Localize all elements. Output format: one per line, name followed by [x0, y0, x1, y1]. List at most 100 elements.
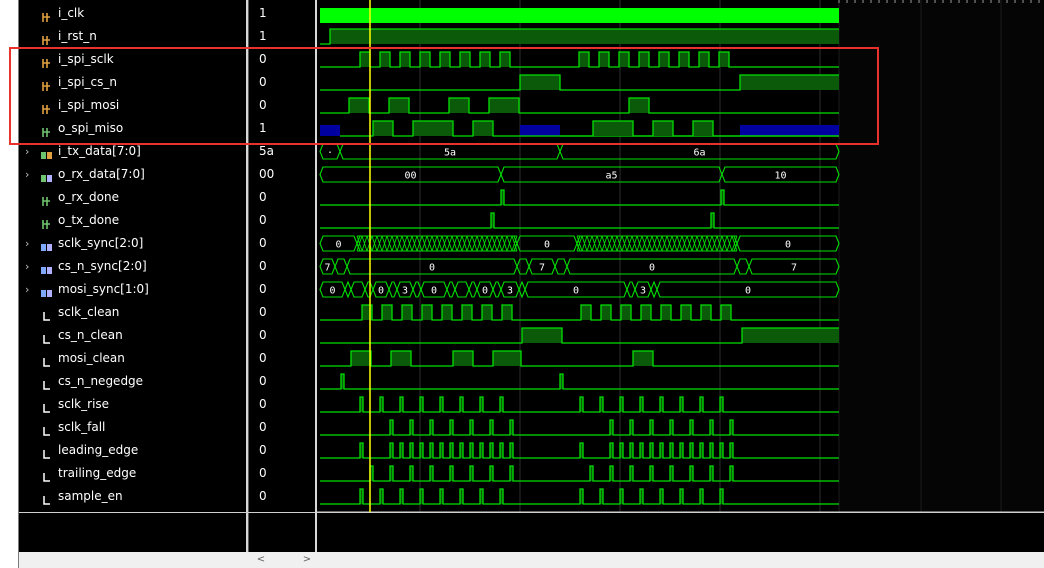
wave-sclk_sync-dense — [356, 235, 518, 252]
wave-mosi_sync-label: 3 — [507, 286, 513, 297]
signal-value-sclk_sync: 0 — [259, 236, 267, 250]
scroll-left-icon[interactable]: < — [255, 554, 267, 566]
signal-row-i_spi_sclk[interactable]: i_spi_sclk — [19, 48, 246, 71]
wave-mosi_sync-segment — [492, 281, 502, 298]
waveform-canvas[interactable]: · 5a 6a00 a5 100 0 07 0 7 0 70 0 3 0 0 3 0 3 0 — [317, 0, 1044, 552]
wave-sclk_clean-high — [701, 305, 711, 320]
signal-name-label: i_rst_n — [58, 29, 97, 43]
input-port-icon — [41, 77, 52, 91]
signal-row-trailing_edge[interactable]: trailing_edge — [19, 462, 246, 485]
expand-chevron-icon[interactable]: › — [25, 278, 35, 301]
signal-row-sclk_sync[interactable]: › sclk_sync[2:0] — [19, 232, 246, 255]
horizontal-scrollbar[interactable]: < > — [19, 552, 1044, 568]
waveform-pane[interactable]: · 5a 6a 00 a5 10 0 0 0 7 0 7 0 7 0 0 3 0 0 3 0 3 0 — [317, 0, 1044, 552]
expand-chevron-icon[interactable]: › — [25, 232, 35, 255]
signal-row-o_rx_done[interactable]: o_rx_done — [19, 186, 246, 209]
wave-o_spi_miso-highz — [740, 125, 839, 136]
bus-icon — [41, 238, 52, 251]
wave-mosi_clean-high — [391, 351, 411, 366]
wave-mosi_sync-segment — [364, 281, 374, 298]
output-port-icon — [41, 192, 52, 206]
signal-name-label: sclk_sync[2:0] — [58, 236, 144, 250]
wave-mosi_sync-label: 0 — [329, 286, 335, 297]
wave-sclk_sync-label: 0 — [785, 240, 791, 251]
signal-value-sclk_fall: 0 — [259, 420, 267, 434]
signal-name-label: o_rx_done — [58, 190, 120, 204]
signal-row-i_spi_mosi[interactable]: i_spi_mosi — [19, 94, 246, 117]
wave-cs_n_sync-label: 7 — [324, 263, 330, 274]
wave-sclk_sync-label: 0 — [544, 240, 550, 251]
output-port-icon — [41, 215, 52, 229]
wave-cs_n_sync-label: 7 — [539, 263, 545, 274]
signal-name-label: sample_en — [58, 489, 123, 503]
input-port-icon — [41, 31, 52, 45]
wave-o_rx_done — [320, 189, 839, 206]
signal-name-label: trailing_edge — [58, 466, 137, 480]
wave-cs_n_sync-label: 7 — [791, 263, 797, 274]
scroll-right-icon[interactable]: > — [301, 554, 313, 566]
wave-i_spi_sclk-high — [599, 52, 609, 67]
signal-row-o_tx_done[interactable]: o_tx_done — [19, 209, 246, 232]
wave-mosi_sync-label: 3 — [640, 286, 646, 297]
signal-row-sclk_fall[interactable]: sclk_fall — [19, 416, 246, 439]
signal-value-o_spi_miso: 1 — [259, 121, 267, 135]
signal-row-cs_n_clean[interactable]: cs_n_clean — [19, 324, 246, 347]
signal-row-mosi_sync[interactable]: › mosi_sync[1:0] — [19, 278, 246, 301]
expand-chevron-icon[interactable]: › — [25, 140, 35, 163]
wave-mosi_sync-label: 0 — [482, 286, 488, 297]
output-port-icon — [41, 123, 52, 137]
wave-o_rx_data-label: 00 — [404, 171, 416, 182]
expand-chevron-icon[interactable]: › — [25, 255, 35, 278]
signal-row-i_spi_cs_n[interactable]: i_spi_cs_n — [19, 71, 246, 94]
signal-row-leading_edge[interactable]: leading_edge — [19, 439, 246, 462]
wave-i_spi_sclk-high — [400, 52, 410, 67]
wave-i_spi_sclk-high — [360, 52, 370, 67]
signal-value-i_clk: 1 — [259, 6, 267, 20]
signal-row-cs_n_negedge[interactable]: cs_n_negedge — [19, 370, 246, 393]
wave-i_tx_data-label: · — [327, 148, 333, 159]
wave-i_spi_cs_n-high — [740, 75, 839, 90]
signal-row-sclk_clean[interactable]: sclk_clean — [19, 301, 246, 324]
signal-row-i_clk[interactable]: i_clk — [19, 2, 246, 25]
wave-mosi_sync-label: 0 — [745, 286, 751, 297]
wave-cs_n_sync-segment — [516, 258, 530, 275]
signal-row-o_spi_miso[interactable]: o_spi_miso — [19, 117, 246, 140]
signal-value-sclk_clean: 0 — [259, 305, 267, 319]
internal-signal-icon — [41, 491, 52, 505]
wave-mosi_sync-label: 0 — [573, 286, 579, 297]
wave-cs_n_sync-label: 0 — [429, 263, 435, 274]
wave-i_spi_cs_n-high — [520, 75, 560, 90]
wave-i_spi_sclk-high — [619, 52, 629, 67]
wave-i_spi_mosi-high — [629, 98, 649, 113]
wave-o_spi_miso-high — [473, 121, 493, 136]
signal-value-i_spi_sclk: 0 — [259, 52, 267, 66]
signal-row-sclk_rise[interactable]: sclk_rise — [19, 393, 246, 416]
wave-i_spi_sclk-high — [380, 52, 390, 67]
wave-i_clk — [320, 8, 839, 23]
wave-sclk_clean-high — [502, 305, 512, 320]
signal-row-i_rst_n[interactable]: i_rst_n — [19, 25, 246, 48]
wave-sclk_clean-high — [641, 305, 651, 320]
signal-value-o_rx_done: 0 — [259, 190, 267, 204]
wave-i_spi_sclk-high — [480, 52, 490, 67]
signal-row-cs_n_sync[interactable]: › cs_n_sync[2:0] — [19, 255, 246, 278]
wave-o_spi_miso-2-high — [693, 121, 713, 136]
wave-sclk_clean-high — [482, 305, 492, 320]
wave-i_spi_sclk-high — [659, 52, 669, 67]
signal-value-i_tx_data: 5a — [259, 144, 274, 158]
signal-row-o_rx_data[interactable]: › o_rx_data[7:0] — [19, 163, 246, 186]
wave-leading_edge — [320, 442, 839, 459]
signal-row-sample_en[interactable]: sample_en — [19, 485, 246, 508]
wave-i_spi_sclk-high — [460, 52, 470, 67]
wave-mosi_sync-segment — [626, 281, 636, 298]
wave-o_spi_miso-high — [373, 121, 393, 136]
wave-end-region — [839, 0, 1044, 512]
expand-chevron-icon[interactable]: › — [25, 163, 35, 186]
wave-o_spi_miso-2-high — [593, 121, 633, 136]
signal-row-i_tx_data[interactable]: › i_tx_data[7:0] — [19, 140, 246, 163]
wave-i_spi_mosi-high — [389, 98, 409, 113]
signal-row-mosi_clean[interactable]: mosi_clean — [19, 347, 246, 370]
signal-name-label: o_rx_data[7:0] — [58, 167, 145, 181]
wave-o_spi_miso-high — [413, 121, 453, 136]
wave-i_spi_sclk-high — [639, 52, 649, 67]
